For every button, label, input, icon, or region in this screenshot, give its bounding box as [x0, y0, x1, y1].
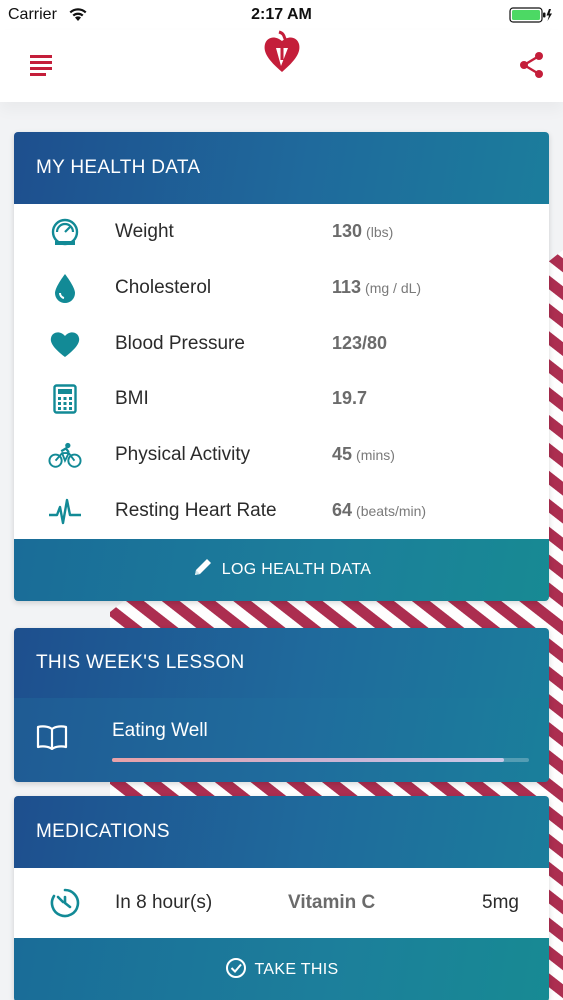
health-row-resting-heart-rate[interactable]: Resting Heart Rate 64 (beats/min)	[14, 483, 549, 539]
medication-name: Vitamin C	[288, 892, 376, 913]
top-nav-bar	[0, 30, 563, 102]
medication-dose: 5mg	[482, 892, 519, 913]
health-value: 45 (mins)	[332, 444, 395, 465]
health-label: Cholesterol	[115, 276, 212, 298]
lesson-progress-fill	[112, 758, 504, 762]
heart-logo-icon	[262, 30, 302, 74]
health-value: 130 (lbs)	[332, 221, 394, 241]
pencil-icon	[192, 556, 214, 583]
calculator-icon	[48, 383, 82, 415]
heartbeat-icon	[48, 495, 82, 527]
health-value: 123/80	[332, 332, 388, 353]
status-time: 2:17 AM	[251, 6, 312, 23]
take-this-button[interactable]: TAKE THIS	[14, 938, 549, 1000]
timer-icon	[48, 887, 82, 919]
health-label: Physical Activity	[115, 444, 251, 466]
health-data-header: MY HEALTH DATA	[14, 132, 549, 204]
check-circle-icon	[225, 957, 247, 984]
menu-icon[interactable]	[28, 52, 56, 78]
health-data-card: MY HEALTH DATA Weight 130 (lbs) Choleste…	[14, 132, 549, 601]
medications-card: MEDICATIONS In 8 hour(s) Vitamin C 5mg T…	[14, 796, 549, 1000]
bicycle-icon	[48, 439, 82, 471]
medication-time: In 8 hour(s)	[115, 892, 213, 913]
health-row-cholesterol[interactable]: Cholesterol 113 (mg / dL)	[14, 260, 549, 316]
take-this-label: TAKE THIS	[254, 961, 339, 978]
health-row-physical-activity[interactable]: Physical Activity 45 (mins)	[14, 427, 549, 483]
share-icon[interactable]	[517, 50, 547, 80]
book-icon	[36, 724, 68, 755]
status-bar: Carrier 2:17 AM	[0, 0, 563, 30]
health-label: Weight	[115, 221, 174, 242]
health-row-weight[interactable]: Weight 130 (lbs)	[14, 204, 549, 260]
log-health-data-button[interactable]: LOG HEALTH DATA	[14, 538, 549, 601]
medications-header: MEDICATIONS	[14, 796, 549, 868]
health-row-bmi[interactable]: BMI 19.7	[14, 371, 549, 427]
health-row-blood-pressure[interactable]: Blood Pressure 123/80	[14, 316, 549, 372]
lesson-item[interactable]: Eating Well	[14, 698, 549, 782]
health-label: BMI	[115, 388, 149, 410]
lesson-progress-bar	[112, 758, 529, 762]
log-health-data-label: LOG HEALTH DATA	[221, 560, 372, 578]
drop-icon	[48, 272, 82, 304]
health-label: Blood Pressure	[115, 332, 245, 354]
lesson-header: THIS WEEK'S LESSON	[14, 628, 549, 698]
gauge-icon	[48, 216, 82, 248]
medication-row[interactable]: In 8 hour(s) Vitamin C 5mg	[14, 868, 549, 938]
lesson-card: THIS WEEK'S LESSON Eating Well	[14, 628, 549, 782]
health-value: 113 (mg / dL)	[332, 276, 422, 297]
lesson-title: Eating Well	[112, 720, 208, 741]
health-value: 64 (beats/min)	[332, 499, 427, 520]
health-data-list: Weight 130 (lbs) Cholesterol 113 (mg / dL)…	[14, 204, 549, 539]
medication-list: In 8 hour(s) Vitamin C 5mg	[14, 868, 549, 938]
health-label: Resting Heart Rate	[115, 499, 277, 521]
heart-icon	[48, 328, 82, 360]
battery-icon	[509, 6, 553, 29]
health-value: 19.7	[332, 388, 368, 409]
